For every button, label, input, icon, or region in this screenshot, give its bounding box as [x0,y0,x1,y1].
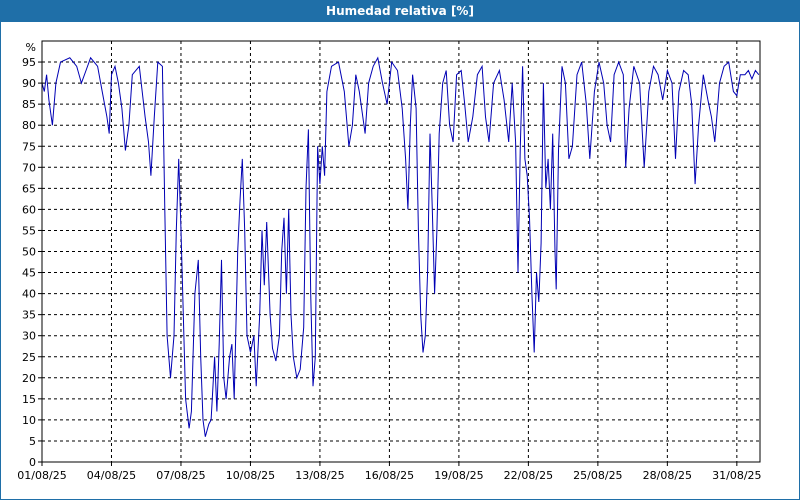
x-tick-label: 19/08/25 [434,469,483,482]
y-tick-label: 75 [22,140,36,153]
humidity-series-line [41,56,760,437]
grid [41,41,760,462]
y-tick-label: 35 [22,309,36,322]
chart-title: Humedad relativa [%] [1,1,799,22]
x-tick-label: 31/08/25 [712,469,761,482]
x-tick-label: 07/08/25 [156,469,205,482]
y-tick-label: 15 [22,393,36,406]
y-tick-label: 40 [22,288,36,301]
y-tick-label: 85 [22,98,36,111]
y-tick-label: 5 [29,435,36,448]
x-tick-label: 25/08/25 [573,469,622,482]
y-tick-label: 70 [22,161,36,174]
y-tick-label: 25 [22,351,36,364]
x-tick-label: 04/08/25 [87,469,136,482]
humidity-chart: 0 5 10 15 20 25 30 35 40 45 50 55 60 65 70 75 80 85 90 95 0… [17,40,762,482]
y-tick-label: 90 [22,77,36,90]
x-tick-label: 28/08/25 [643,469,692,482]
y-tick-label: 80 [22,119,36,132]
x-tick-label: 13/08/25 [295,469,344,482]
y-tick-label: 50 [22,246,36,259]
y-tick-label: 45 [22,267,36,280]
x-axis-ticks: 01/08/25 04/08/25 07/08/25 10/08/25 13/08/25… [17,462,762,482]
y-tick-label: 55 [22,224,36,237]
y-tick-label: 60 [22,203,36,216]
plot-area-border [41,40,761,463]
x-tick-label: 16/08/25 [365,469,414,482]
x-tick-label: 01/08/25 [17,469,66,482]
y-tick-label: 65 [22,182,36,195]
y-axis-ticks: 0 5 10 15 20 25 30 35 40 45 50 55 60 65 70 75 80 85 90 95 [22,56,42,469]
x-tick-label: 10/08/25 [226,469,275,482]
y-tick-label: 20 [22,372,36,385]
y-tick-label: 0 [29,456,36,469]
y-tick-label: 10 [22,414,36,427]
y-tick-label: 95 [22,56,36,69]
y-tick-label: 30 [22,330,36,343]
chart-window: Humedad relativa [%] 0 5 10 15 20 25 30 35 40 45 5… [0,0,800,500]
y-axis-unit-label: % [26,41,36,54]
x-tick-label: 22/08/25 [504,469,553,482]
